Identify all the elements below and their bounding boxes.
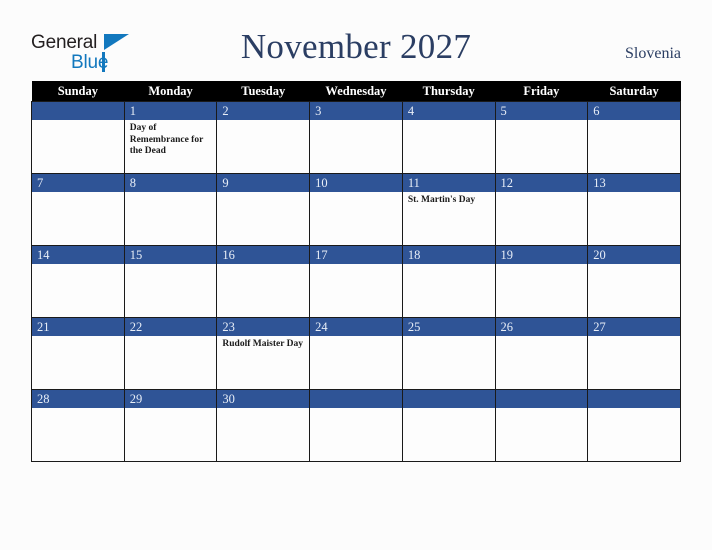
calendar-day-cell-27[interactable]: 27 [587,317,681,390]
calendar-day-cell-empty[interactable] [309,389,403,462]
holiday-event: St. Martin's Day [407,195,476,205]
calendar-day-cell-11[interactable]: 11 St. Martin's Day [401,173,496,246]
calendar-day-cell-14[interactable]: 14 [31,245,125,318]
country-label: Slovenia [625,45,681,62]
day-number [495,390,588,408]
weekday-header-thursday: Thursday [402,81,496,102]
calendar-day-cell-3[interactable]: 3 [309,101,403,174]
calendar-day-cell-22[interactable]: 22 [123,317,218,390]
calendar-day-cell-4[interactable]: 4 [401,101,496,174]
weekday-header-row: Sunday Monday Tuesday Wednesday Thursday Frid… [31,81,681,102]
day-number [310,390,402,408]
calendar-day-cell-empty[interactable] [31,101,125,174]
calendar-day-cell-12[interactable]: 12 [494,173,589,246]
day-number: 20 [588,246,680,264]
day-events: Day of Remembrance for the Dead [125,120,217,158]
calendar-day-cell-17[interactable]: 17 [309,245,403,318]
calendar-day-cell-10[interactable]: 10 [309,173,403,246]
calendar-grid: Sunday Monday Tuesday Wednesday Thursday Frid… [31,81,681,462]
calendar-day-cell-empty[interactable] [494,389,589,462]
day-number: 9 [217,174,310,192]
day-number: 18 [402,246,495,264]
day-number: 1 [124,102,217,120]
calendar-day-cell-8[interactable]: 8 [123,173,218,246]
day-number: 5 [495,102,588,120]
day-events: Rudolf Maister Day [217,336,309,351]
day-number: 17 [310,246,402,264]
calendar-day-cell-1[interactable]: 1 Day of Remembrance for the Dead [123,101,218,174]
calendar-week-row: 28 29 30 [31,389,681,462]
day-number [32,102,124,120]
calendar-day-cell-21[interactable]: 21 [31,317,125,390]
weekday-header-friday: Friday [495,81,588,102]
day-number: 3 [310,102,402,120]
calendar-day-cell-26[interactable]: 26 [494,317,589,390]
calendar-week-row: 1 Day of Remembrance for the Dead 2 3 4 5 6 [31,101,681,174]
day-number: 7 [32,174,124,192]
weekday-header-tuesday: Tuesday [216,81,310,102]
holiday-event: Rudolf Maister Day [222,339,303,349]
day-number: 2 [217,102,310,120]
day-events: St. Martin's Day [403,192,495,207]
day-number: 21 [32,318,124,336]
calendar-day-cell-5[interactable]: 5 [494,101,589,174]
calendar-day-cell-15[interactable]: 15 [123,245,218,318]
day-number: 23 [217,318,310,336]
holiday-event: Day of Remembrance for the Dead [129,123,204,156]
weekday-header-monday: Monday [124,81,217,102]
day-number [402,390,495,408]
day-number: 8 [124,174,217,192]
day-number: 25 [402,318,495,336]
calendar-day-cell-7[interactable]: 7 [31,173,125,246]
calendar-day-cell-20[interactable]: 20 [587,245,681,318]
day-number [588,390,680,408]
calendar-week-row: 7 8 9 10 11 St. Martin's Day 12 13 [31,173,681,246]
page-header: General Blue November 2027 Slovenia [0,0,712,80]
day-number: 13 [588,174,680,192]
calendar-day-cell-2[interactable]: 2 [216,101,311,174]
calendar-day-cell-18[interactable]: 18 [401,245,496,318]
calendar-day-cell-9[interactable]: 9 [216,173,311,246]
day-number: 19 [495,246,588,264]
calendar-day-cell-28[interactable]: 28 [31,389,125,462]
calendar-day-cell-29[interactable]: 29 [123,389,218,462]
day-number: 6 [588,102,680,120]
day-number: 4 [402,102,495,120]
day-number: 26 [495,318,588,336]
calendar-day-cell-6[interactable]: 6 [587,101,681,174]
calendar-day-cell-empty[interactable] [587,389,681,462]
day-number: 15 [124,246,217,264]
calendar-day-cell-empty[interactable] [401,389,496,462]
calendar-week-row: 21 22 23 Rudolf Maister Day 24 25 26 27 [31,317,681,390]
weekday-header-sunday: Sunday [31,81,125,102]
weekday-header-wednesday: Wednesday [309,81,403,102]
day-number: 28 [32,390,124,408]
calendar-day-cell-13[interactable]: 13 [587,173,681,246]
weekday-header-saturday: Saturday [587,81,681,102]
calendar-body: 1 Day of Remembrance for the Dead 2 3 4 5 6 7 8 9… [31,101,681,462]
page-title: November 2027 [240,27,472,66]
day-number: 29 [124,390,217,408]
calendar-day-cell-30[interactable]: 30 [216,389,311,462]
calendar-day-cell-16[interactable]: 16 [216,245,311,318]
day-number: 14 [32,246,124,264]
day-number: 10 [310,174,402,192]
calendar-day-cell-24[interactable]: 24 [309,317,403,390]
day-number: 22 [124,318,217,336]
day-number: 11 [402,174,495,192]
calendar-day-cell-19[interactable]: 19 [494,245,589,318]
calendar-day-cell-25[interactable]: 25 [401,317,496,390]
calendar-day-cell-23[interactable]: 23 Rudolf Maister Day [216,317,311,390]
day-number: 12 [495,174,588,192]
day-number: 27 [588,318,680,336]
calendar-week-row: 14 15 16 17 18 19 20 [31,245,681,318]
day-number: 16 [217,246,310,264]
day-number: 24 [310,318,402,336]
day-number: 30 [217,390,310,408]
